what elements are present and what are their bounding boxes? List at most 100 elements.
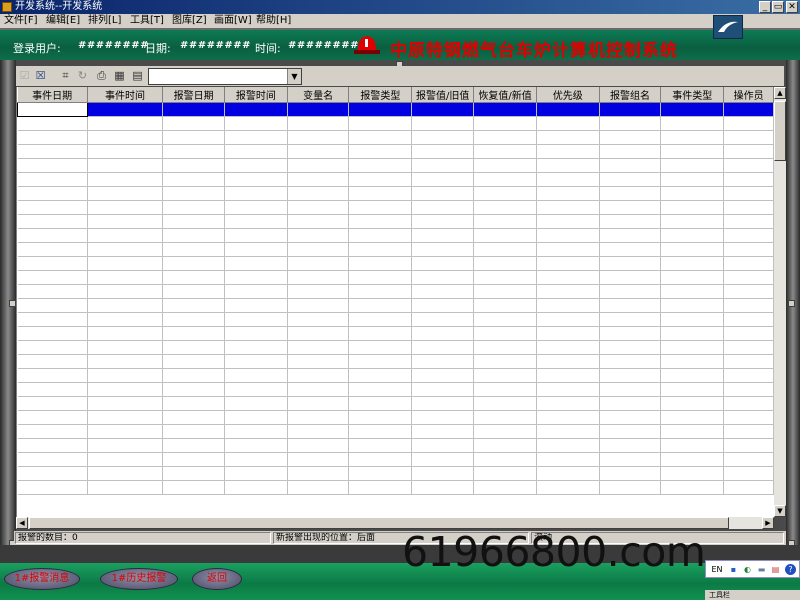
table-cell[interactable]: [17, 256, 88, 271]
table-cell[interactable]: [348, 452, 413, 467]
table-cell[interactable]: [660, 172, 725, 187]
table-cell[interactable]: [723, 410, 774, 425]
table-cell[interactable]: [287, 466, 350, 481]
table-cell[interactable]: [723, 200, 774, 215]
menu-edit[interactable]: 编辑[E]: [46, 14, 80, 28]
table-cell[interactable]: [287, 438, 350, 453]
table-cell[interactable]: [224, 172, 288, 187]
table-cell[interactable]: [287, 326, 350, 341]
table-cell[interactable]: [536, 144, 600, 159]
table-cell[interactable]: [473, 228, 537, 243]
table-cell[interactable]: [599, 116, 662, 131]
table-cell[interactable]: [87, 214, 164, 229]
table-cell[interactable]: [473, 186, 537, 201]
table-cell[interactable]: [162, 298, 226, 313]
table-cell[interactable]: [473, 116, 537, 131]
table-row[interactable]: [17, 354, 774, 369]
table-cell[interactable]: [17, 340, 88, 355]
table-cell[interactable]: [348, 438, 413, 453]
table-row[interactable]: [17, 102, 774, 117]
table-cell[interactable]: [17, 116, 88, 131]
table-row[interactable]: [17, 242, 774, 257]
table-cell[interactable]: [348, 424, 413, 439]
table-row[interactable]: [17, 368, 774, 383]
table-cell[interactable]: [411, 102, 475, 117]
table-cell[interactable]: [473, 340, 537, 355]
table-cell[interactable]: [536, 424, 600, 439]
menu-file[interactable]: 文件[F]: [4, 14, 38, 28]
table-cell[interactable]: [473, 396, 537, 411]
table-cell[interactable]: [17, 228, 88, 243]
table-cell[interactable]: [17, 382, 88, 397]
table-cell[interactable]: [473, 382, 537, 397]
copy-icon[interactable]: ▤: [131, 69, 144, 82]
table-cell[interactable]: [473, 326, 537, 341]
keyboard-icon[interactable]: ▪: [728, 564, 739, 575]
table-cell[interactable]: [660, 130, 725, 145]
table-row[interactable]: [17, 298, 774, 313]
table-cell[interactable]: [87, 466, 164, 481]
table-cell[interactable]: [411, 326, 475, 341]
table-cell[interactable]: [348, 480, 413, 495]
refresh-icon[interactable]: ↻: [76, 69, 89, 82]
table-cell[interactable]: [224, 312, 288, 327]
table-cell[interactable]: [599, 410, 662, 425]
column-header[interactable]: 事件时间: [87, 87, 164, 103]
table-row[interactable]: [17, 270, 774, 285]
table-cell[interactable]: [17, 326, 88, 341]
table-cell[interactable]: [723, 186, 774, 201]
table-cell[interactable]: [723, 368, 774, 383]
table-cell[interactable]: [723, 116, 774, 131]
table-cell[interactable]: [17, 172, 88, 187]
table-cell[interactable]: [287, 116, 350, 131]
history-alarms-button[interactable]: 1#历史报警: [100, 568, 178, 590]
table-cell[interactable]: [224, 102, 288, 117]
table-cell[interactable]: [87, 382, 164, 397]
table-cell[interactable]: [411, 424, 475, 439]
table-cell[interactable]: [87, 158, 164, 173]
table-cell[interactable]: [536, 270, 600, 285]
table-cell[interactable]: [723, 102, 774, 117]
table-cell[interactable]: [599, 354, 662, 369]
scroll-right-icon[interactable]: ▶: [762, 517, 774, 529]
table-cell[interactable]: [723, 228, 774, 243]
table-cell[interactable]: [87, 312, 164, 327]
table-cell[interactable]: [287, 130, 350, 145]
table-cell[interactable]: [87, 144, 164, 159]
table-cell[interactable]: [224, 438, 288, 453]
table-cell[interactable]: [660, 480, 725, 495]
table-cell[interactable]: [411, 396, 475, 411]
table-cell[interactable]: [287, 228, 350, 243]
table-cell[interactable]: [17, 130, 88, 145]
table-cell[interactable]: [411, 256, 475, 271]
table-cell[interactable]: [287, 256, 350, 271]
table-cell[interactable]: [660, 424, 725, 439]
table-cell[interactable]: [87, 130, 164, 145]
table-cell[interactable]: [660, 326, 725, 341]
table-cell[interactable]: [536, 312, 600, 327]
table-cell[interactable]: [723, 298, 774, 313]
table-cell[interactable]: [87, 102, 164, 117]
table-cell[interactable]: [348, 130, 413, 145]
table-cell[interactable]: [536, 102, 600, 117]
table-cell[interactable]: [162, 340, 226, 355]
table-cell[interactable]: [162, 438, 226, 453]
check-icon[interactable]: ☑: [18, 69, 31, 82]
table-cell[interactable]: [723, 256, 774, 271]
vertical-scrollbar[interactable]: ▲ ▼: [774, 87, 786, 517]
menu-screen[interactable]: 画面[W]: [214, 14, 252, 28]
table-cell[interactable]: [287, 172, 350, 187]
menu-tools[interactable]: 工具[T]: [130, 14, 164, 28]
table-cell[interactable]: [599, 298, 662, 313]
table-cell[interactable]: [17, 424, 88, 439]
table-cell[interactable]: [473, 102, 537, 117]
table-cell[interactable]: [162, 424, 226, 439]
table-cell[interactable]: [411, 158, 475, 173]
table-cell[interactable]: [536, 340, 600, 355]
table-cell[interactable]: [599, 242, 662, 257]
table-cell[interactable]: [87, 438, 164, 453]
table-cell[interactable]: [723, 130, 774, 145]
table-row[interactable]: [17, 284, 774, 299]
table-cell[interactable]: [162, 186, 226, 201]
menu-help[interactable]: 帮助[H]: [256, 14, 291, 28]
